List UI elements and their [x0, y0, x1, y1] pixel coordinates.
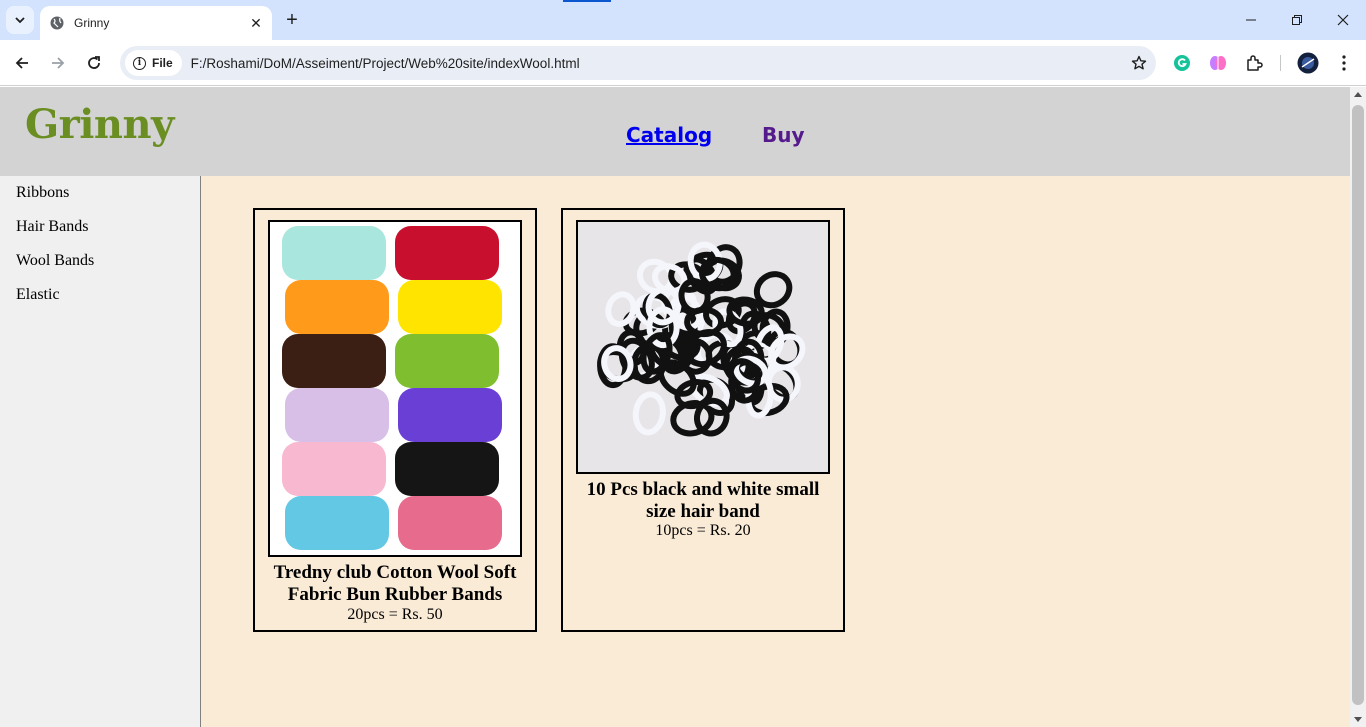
- product-image-hair-bands: [576, 220, 830, 474]
- sidebar-item-hair-bands[interactable]: Hair Bands: [0, 218, 200, 252]
- nav-catalog-link[interactable]: Catalog: [626, 123, 712, 147]
- window-controls: [1228, 0, 1366, 40]
- scroll-up-arrow-icon[interactable]: [1354, 92, 1362, 97]
- scroll-down-arrow-icon[interactable]: [1354, 717, 1362, 722]
- page-scrollbar[interactable]: [1350, 87, 1366, 727]
- bun-band: [285, 496, 389, 550]
- chevron-down-icon: [15, 17, 25, 24]
- browser-toolbar: i File F:/Roshami/DoM/Asseiment/Project/…: [0, 40, 1366, 86]
- product-image-wool-bands: [268, 220, 522, 557]
- back-button[interactable]: [10, 51, 34, 75]
- hair-tie: [632, 391, 666, 436]
- product-name: Tredny club Cotton Wool Soft Fabric Bun …: [273, 562, 517, 605]
- tab-title: Grinny: [74, 16, 110, 30]
- arrow-left-icon: [15, 57, 28, 69]
- globe-icon: [50, 16, 64, 30]
- product-card[interactable]: 10 Pcs black and white small size hair b…: [561, 208, 845, 632]
- product-price: 10pcs = Rs. 20: [655, 522, 751, 539]
- bun-band: [282, 226, 386, 280]
- minimize-icon: [1246, 19, 1256, 21]
- window-indicator: [563, 0, 611, 2]
- address-bar[interactable]: i File F:/Roshami/DoM/Asseiment/Project/…: [120, 46, 1156, 80]
- more-menu-icon[interactable]: [1333, 52, 1355, 74]
- bun-band: [285, 388, 389, 442]
- colorful-bun-bands-image: [282, 226, 502, 550]
- info-icon: i: [133, 56, 146, 70]
- new-tab-button[interactable]: +: [282, 10, 302, 30]
- tab-search-button[interactable]: [6, 6, 34, 34]
- bookmark-star-icon[interactable]: [1122, 55, 1156, 71]
- bun-band: [395, 334, 499, 388]
- site-header: Grinny Catalog Buy: [0, 87, 1350, 176]
- bun-band: [395, 226, 499, 280]
- site-logo: Grinny: [25, 101, 174, 148]
- web-page: Grinny Catalog Buy Ribbons Hair Bands Wo…: [0, 87, 1350, 727]
- reload-button[interactable]: [82, 51, 106, 75]
- product-name: 10 Pcs black and white small size hair b…: [586, 479, 820, 522]
- product-price: 20pcs = Rs. 50: [347, 606, 443, 623]
- scrollbar-thumb[interactable]: [1352, 105, 1364, 705]
- url-text[interactable]: F:/Roshami/DoM/Asseiment/Project/Web%20s…: [191, 56, 1122, 71]
- toolbar-divider: [1280, 55, 1281, 71]
- forward-button[interactable]: [46, 51, 70, 75]
- sidebar-item-ribbons[interactable]: Ribbons: [0, 184, 200, 218]
- hair-tie: [605, 291, 637, 327]
- bun-band: [398, 496, 502, 550]
- site-info-label: File: [152, 56, 173, 70]
- restore-button[interactable]: [1274, 0, 1320, 40]
- reload-icon: [88, 56, 100, 69]
- bun-band: [285, 280, 389, 334]
- close-window-button[interactable]: [1320, 0, 1366, 40]
- bun-band: [395, 442, 499, 496]
- brain-extension-icon[interactable]: [1207, 52, 1229, 74]
- restore-icon: [1292, 15, 1302, 25]
- minimize-button[interactable]: [1228, 0, 1274, 40]
- bun-band: [282, 442, 386, 496]
- product-card[interactable]: Tredny club Cotton Wool Soft Fabric Bun …: [253, 208, 537, 632]
- grammarly-extension-icon[interactable]: [1171, 52, 1193, 74]
- close-icon: [1337, 14, 1349, 26]
- site-info-chip[interactable]: i File: [125, 50, 182, 76]
- tab-strip: Grinny ✕ +: [0, 0, 1366, 40]
- sidebar-item-wool-bands[interactable]: Wool Bands: [0, 252, 200, 286]
- nav-buy-link[interactable]: Buy: [762, 123, 805, 147]
- close-tab-icon[interactable]: ✕: [248, 15, 264, 31]
- bun-band: [398, 388, 502, 442]
- bun-band: [398, 280, 502, 334]
- black-white-hair-bands-image: [597, 241, 806, 437]
- browser-tab[interactable]: Grinny ✕: [40, 6, 272, 40]
- sidebar-item-elastic[interactable]: Elastic: [0, 286, 200, 320]
- arrow-right-icon: [52, 57, 65, 69]
- category-sidebar: Ribbons Hair Bands Wool Bands Elastic: [0, 176, 201, 727]
- extensions-puzzle-icon[interactable]: [1243, 52, 1265, 74]
- bun-band: [282, 334, 386, 388]
- profile-avatar[interactable]: [1297, 52, 1319, 74]
